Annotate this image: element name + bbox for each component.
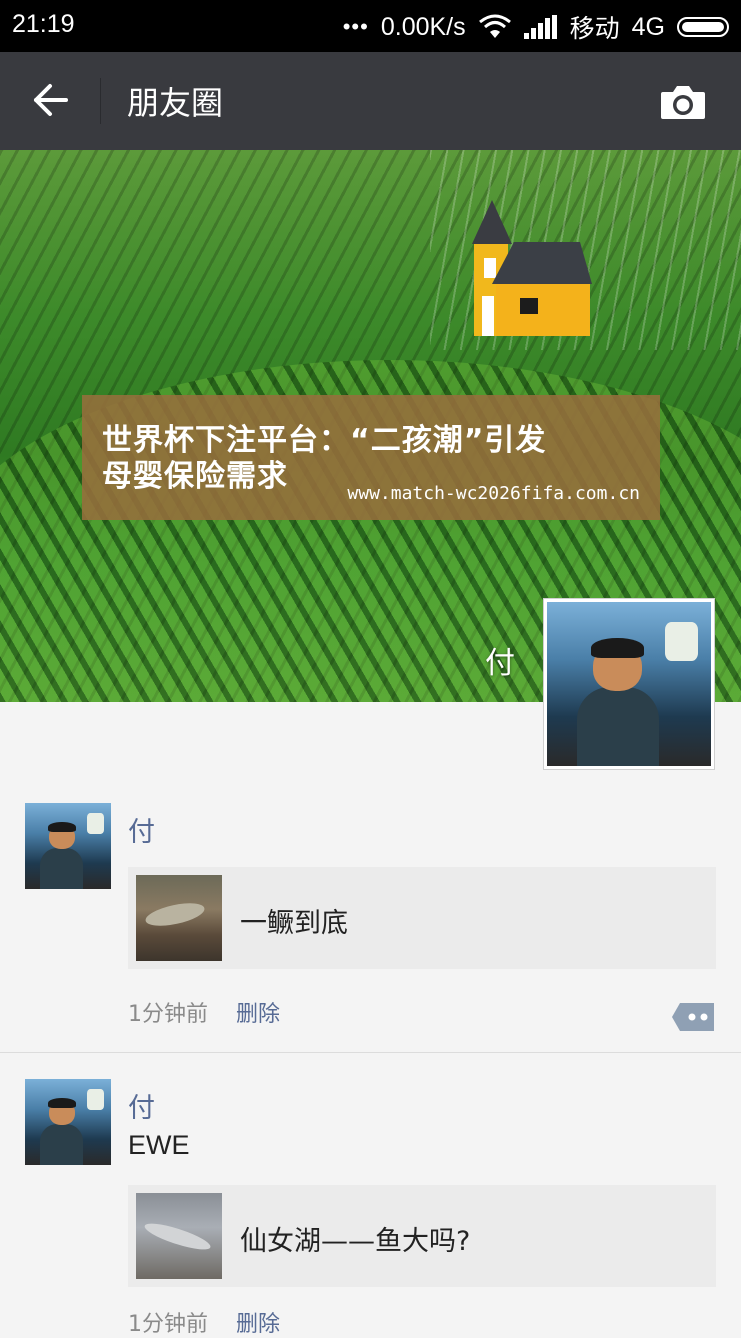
cover-user-name: 付 — [485, 646, 515, 681]
avatar-photo — [25, 1079, 111, 1165]
shared-link-thumbnail — [136, 875, 222, 961]
avatar-photo — [25, 803, 111, 889]
status-bar: 21:19 ••• 0.00K/s 移动 4G — [0, 0, 741, 52]
delete-link[interactable]: 删除 — [236, 1306, 280, 1338]
shared-link-card[interactable]: 一鳜到底 — [128, 867, 716, 969]
post-text: EWE — [128, 1130, 190, 1160]
camera-icon[interactable] — [659, 84, 707, 120]
chapel-illustration — [472, 200, 592, 336]
nav-divider — [100, 78, 101, 124]
post-timestamp: 1分钟前 — [128, 1002, 208, 1027]
shared-link-title: 仙女湖——鱼大吗? — [240, 1226, 471, 1257]
post-divider — [0, 1052, 741, 1053]
shared-link-card[interactable]: 仙女湖——鱼大吗? — [128, 1185, 716, 1287]
avatar-photo — [547, 602, 711, 766]
status-time: 21:19 — [12, 10, 75, 38]
avatar[interactable] — [25, 803, 111, 889]
net-speed: 0.00K/s — [380, 12, 466, 41]
signal-icon — [523, 15, 557, 39]
nav-bar: 朋友圈 — [0, 52, 741, 150]
battery-icon — [677, 17, 729, 37]
delete-link[interactable]: 删除 — [236, 996, 280, 1028]
status-indicators: ••• 0.00K/s 移动 4G — [343, 9, 729, 45]
page-title: 朋友圈 — [127, 84, 224, 122]
post-timestamp: 1分钟前 — [128, 1312, 208, 1337]
post-author-name[interactable]: 付 — [128, 810, 155, 849]
banner-url: www.match-wc2026fifa.com.cn — [347, 483, 640, 504]
comment-icon[interactable] — [670, 1001, 716, 1033]
network-type: 4G — [631, 12, 665, 41]
back-arrow-icon[interactable] — [30, 80, 70, 120]
post-author-name[interactable]: 付 — [128, 1086, 155, 1125]
banner-headline-line2: 母婴保险需求 — [102, 459, 288, 494]
wifi-icon — [478, 14, 511, 38]
cover-avatar[interactable] — [543, 598, 715, 770]
carrier-label: 移动 — [569, 15, 620, 43]
shared-link-thumbnail — [136, 1193, 222, 1279]
shared-link-title: 一鳜到底 — [240, 908, 348, 939]
ad-banner[interactable]: 世界杯下注平台：“二孩潮”引发 母婴保险需求 www.match-wc2026f… — [82, 395, 660, 520]
avatar[interactable] — [25, 1079, 111, 1165]
notification-dots: ••• — [342, 14, 369, 39]
